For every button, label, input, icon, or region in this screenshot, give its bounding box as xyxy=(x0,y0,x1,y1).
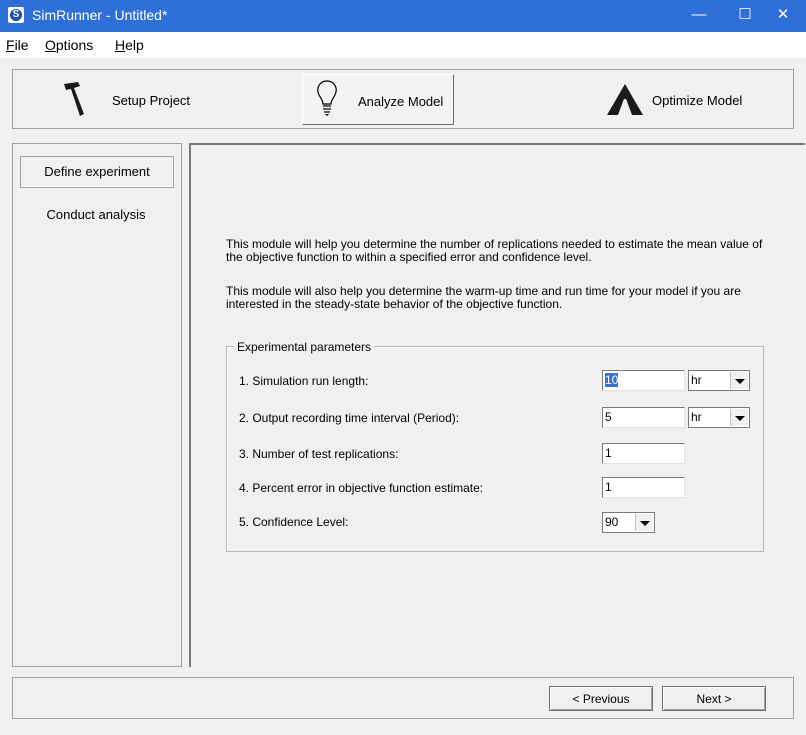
recording-interval-unit-value: hr xyxy=(691,410,702,424)
mode-analyze-model[interactable]: Analyze Model xyxy=(302,74,454,125)
recording-interval-value: 5 xyxy=(605,410,612,424)
menu-help-rest: elp xyxy=(125,37,144,53)
menu-file-mnemonic: F xyxy=(6,37,15,53)
previous-button[interactable]: < Previous xyxy=(549,686,653,711)
chevron-down-icon[interactable] xyxy=(730,372,748,389)
run-length-unit-select[interactable]: hr xyxy=(688,370,750,391)
test-replications-input[interactable]: 1 xyxy=(602,443,685,464)
confidence-level-value: 90 xyxy=(605,515,619,529)
app-icon: S xyxy=(8,7,24,23)
menu-help-mnemonic: H xyxy=(115,37,126,53)
param-percent-error-label: 4. Percent error in objective function e… xyxy=(239,481,484,495)
group-title: Experimental parameters xyxy=(234,340,375,354)
window-title: SimRunner - Untitled* xyxy=(32,7,168,23)
menu-options-rest: ptions xyxy=(55,37,94,53)
percent-error-value: 1 xyxy=(605,480,612,494)
chevron-down-icon[interactable] xyxy=(635,514,653,531)
title-bar[interactable]: S SimRunner - Untitled* — ☐ ✕ xyxy=(0,0,806,32)
mountain-icon xyxy=(606,82,644,116)
param-test-replications-label: 3. Number of test replications: xyxy=(239,447,399,461)
run-length-unit-value: hr xyxy=(691,373,702,387)
mode-setup-project[interactable]: Setup Project xyxy=(112,93,190,108)
menu-file-rest: ile xyxy=(14,37,29,53)
param-run-length-label: 1. Simulation run length: xyxy=(239,374,369,388)
confidence-level-select[interactable]: 90 xyxy=(602,512,655,533)
recording-interval-input[interactable]: 5 xyxy=(602,407,685,428)
menu-file[interactable]: File xyxy=(6,37,29,53)
intro-paragraph-1: This module will help you determine the … xyxy=(226,237,763,264)
recording-interval-unit-select[interactable]: hr xyxy=(688,407,750,428)
run-length-value: 10 xyxy=(605,373,619,387)
param-confidence-level-label: 5. Confidence Level: xyxy=(239,515,349,529)
menu-options-mnemonic: O xyxy=(45,37,56,53)
nav-define-experiment[interactable]: Define experiment xyxy=(20,156,174,188)
menu-options[interactable]: Options xyxy=(45,37,93,53)
percent-error-input[interactable]: 1 xyxy=(602,477,685,498)
mode-optimize-model[interactable]: Optimize Model xyxy=(652,93,742,108)
close-button[interactable]: ✕ xyxy=(760,0,806,32)
chevron-down-icon[interactable] xyxy=(730,409,748,426)
hammer-icon xyxy=(62,80,92,118)
intro-paragraph-2: This module will also help you determine… xyxy=(226,284,741,311)
lightbulb-icon xyxy=(315,79,339,119)
test-replications-value: 1 xyxy=(605,446,612,460)
param-recording-interval-label: 2. Output recording time interval (Perio… xyxy=(239,411,460,425)
mode-analyze-label: Analyze Model xyxy=(358,94,444,109)
run-length-input[interactable]: 10 xyxy=(602,370,685,391)
nav-conduct-analysis[interactable]: Conduct analysis xyxy=(20,200,172,230)
next-button[interactable]: Next > xyxy=(662,686,766,711)
minimize-button[interactable]: — xyxy=(676,0,722,32)
menu-help[interactable]: Help xyxy=(115,37,144,53)
